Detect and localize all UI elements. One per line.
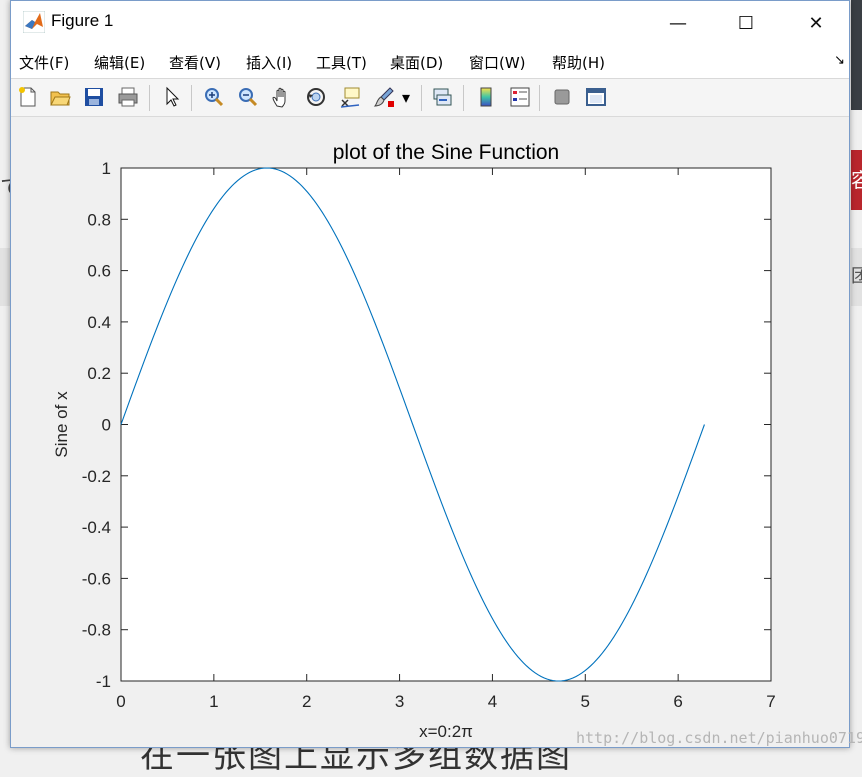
toolbar-separator	[149, 85, 150, 111]
axes-box	[120, 167, 772, 682]
x-tick-label: 7	[766, 692, 775, 711]
background-band	[0, 248, 10, 306]
rotate-3d-icon[interactable]	[303, 84, 329, 110]
menu-help[interactable]: 帮助(H)	[552, 52, 605, 73]
new-figure-icon[interactable]	[15, 84, 41, 110]
menu-insert[interactable]: 插入(I)	[246, 52, 292, 73]
link-plot-icon[interactable]	[429, 84, 455, 110]
figure-window: Figure 1 — ☐ ✕ 文件(F) 编辑(E) 查看(V) 插入(I) 工…	[10, 0, 850, 748]
save-icon[interactable]	[81, 84, 107, 110]
watermark-url: http://blog.csdn.net/pianhuo0719	[576, 729, 862, 747]
toolbar-separator	[191, 85, 192, 111]
pan-hand-icon[interactable]	[269, 84, 295, 110]
edit-plot-arrow-icon[interactable]	[159, 84, 185, 110]
colorbar-icon[interactable]	[473, 84, 499, 110]
chart-title: plot of the Sine Function	[333, 141, 559, 164]
title-bar[interactable]: Figure 1 — ☐ ✕	[11, 1, 849, 45]
y-tick-label: -0.8	[82, 621, 111, 640]
y-tick-label: 0.4	[87, 313, 111, 332]
matlab-icon	[23, 11, 45, 33]
hide-plot-tools-icon[interactable]	[549, 84, 575, 110]
y-tick-label: 1	[102, 159, 111, 178]
background-dark-panel	[851, 0, 862, 110]
sine-plot[interactable]: 0 1 2 3 4 5 6 7 1 0.8 0.6 0.4 0.2 0 -0.2 -0.4 -0.6 -0.8 -1…	[11, 117, 849, 747]
close-button[interactable]: ✕	[793, 1, 839, 45]
menu-desktop[interactable]: 桌面(D)	[390, 52, 443, 73]
x-tick-label: 5	[581, 692, 590, 711]
menu-window[interactable]: 窗口(W)	[469, 52, 526, 73]
y-tick-label: -0.4	[82, 518, 111, 537]
data-cursor-icon[interactable]	[337, 84, 363, 110]
print-icon[interactable]	[115, 84, 141, 110]
x-tick-label: 0	[116, 692, 125, 711]
menu-overflow-icon[interactable]: ↘	[834, 53, 845, 68]
show-plot-tools-icon[interactable]	[583, 84, 609, 110]
y-tick-label: 0.6	[87, 262, 111, 281]
x-axis-label: x=0:2π	[419, 722, 473, 741]
minimize-button[interactable]: —	[655, 1, 701, 45]
toolbar-separator	[463, 85, 464, 111]
menu-file[interactable]: 文件(F)	[19, 52, 69, 73]
y-tick-label: 0	[102, 416, 111, 435]
zoom-in-icon[interactable]	[201, 84, 227, 110]
y-axis-label: Sine of x	[52, 391, 71, 458]
legend-icon[interactable]	[507, 84, 533, 110]
menu-edit[interactable]: 编辑(E)	[94, 52, 145, 73]
x-tick-label: 4	[488, 692, 497, 711]
x-tick-label: 1	[209, 692, 218, 711]
y-tick-label: -0.6	[82, 569, 111, 588]
x-tick-label: 2	[302, 692, 311, 711]
maximize-button[interactable]: ☐	[723, 1, 769, 45]
background-band-right: 团	[851, 248, 862, 306]
zoom-out-icon[interactable]	[235, 84, 261, 110]
menu-bar: 文件(F) 编辑(E) 查看(V) 插入(I) 工具(T) 桌面(D) 窗口(W…	[11, 45, 849, 79]
background-text-fragment: て	[0, 170, 10, 210]
toolbar-separator	[539, 85, 540, 111]
x-tick-label: 6	[673, 692, 682, 711]
figure-canvas[interactable]: 0 1 2 3 4 5 6 7 1 0.8 0.6 0.4 0.2 0 -0.2 -0.4 -0.6 -0.8 -1…	[11, 117, 849, 747]
x-tick-label: 3	[395, 692, 404, 711]
menu-tools[interactable]: 工具(T)	[316, 52, 367, 73]
menu-view[interactable]: 查看(V)	[169, 52, 221, 73]
background-red-badge: 容	[851, 150, 862, 210]
brush-icon[interactable]	[371, 84, 397, 110]
y-tick-label: 0.8	[87, 210, 111, 229]
y-tick-label: -0.2	[82, 467, 111, 486]
open-file-icon[interactable]	[47, 84, 73, 110]
y-tick-label: -1	[96, 672, 111, 691]
toolbar: ▾	[11, 79, 849, 117]
y-tick-label: 0.2	[87, 364, 111, 383]
window-title: Figure 1	[51, 11, 114, 30]
brush-dropdown-icon[interactable]: ▾	[399, 84, 413, 110]
toolbar-separator	[421, 85, 422, 111]
